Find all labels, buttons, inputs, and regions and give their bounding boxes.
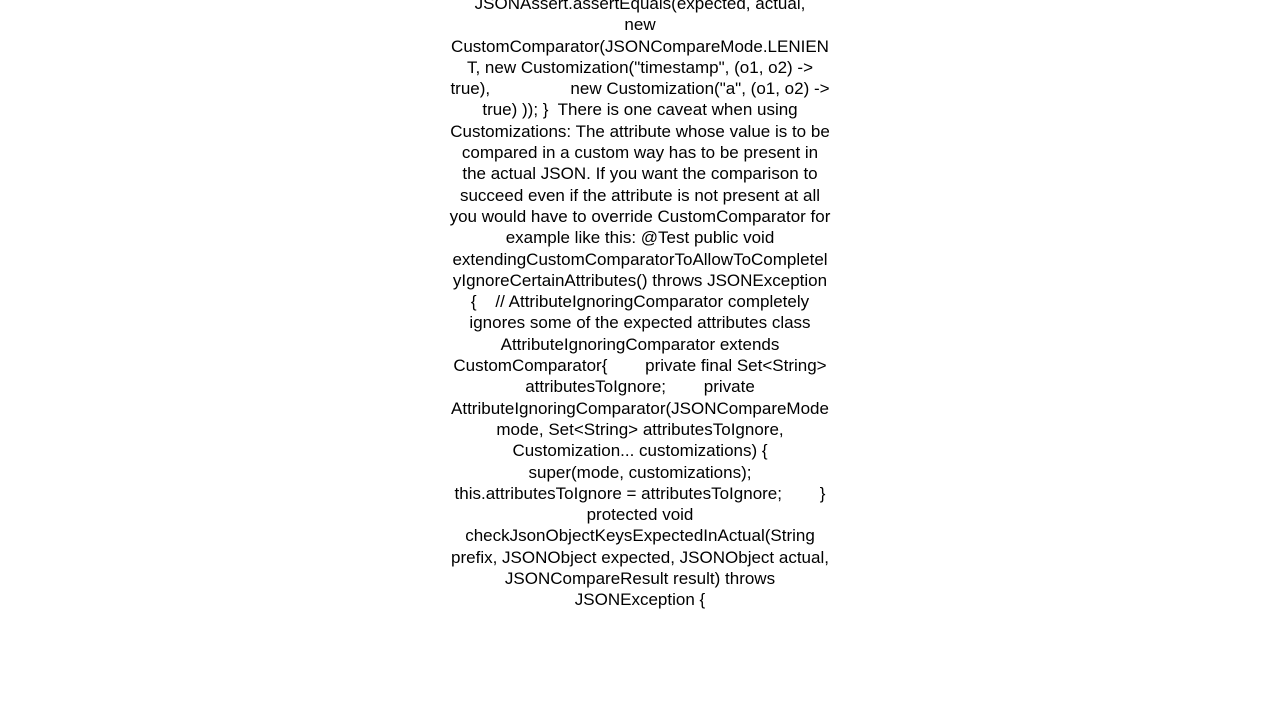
code-snippet-text: JSONAssert.assertEquals(expected, actual… xyxy=(449,0,864,610)
document-viewport: JSONAssert.assertEquals(expected, actual… xyxy=(0,0,1280,720)
